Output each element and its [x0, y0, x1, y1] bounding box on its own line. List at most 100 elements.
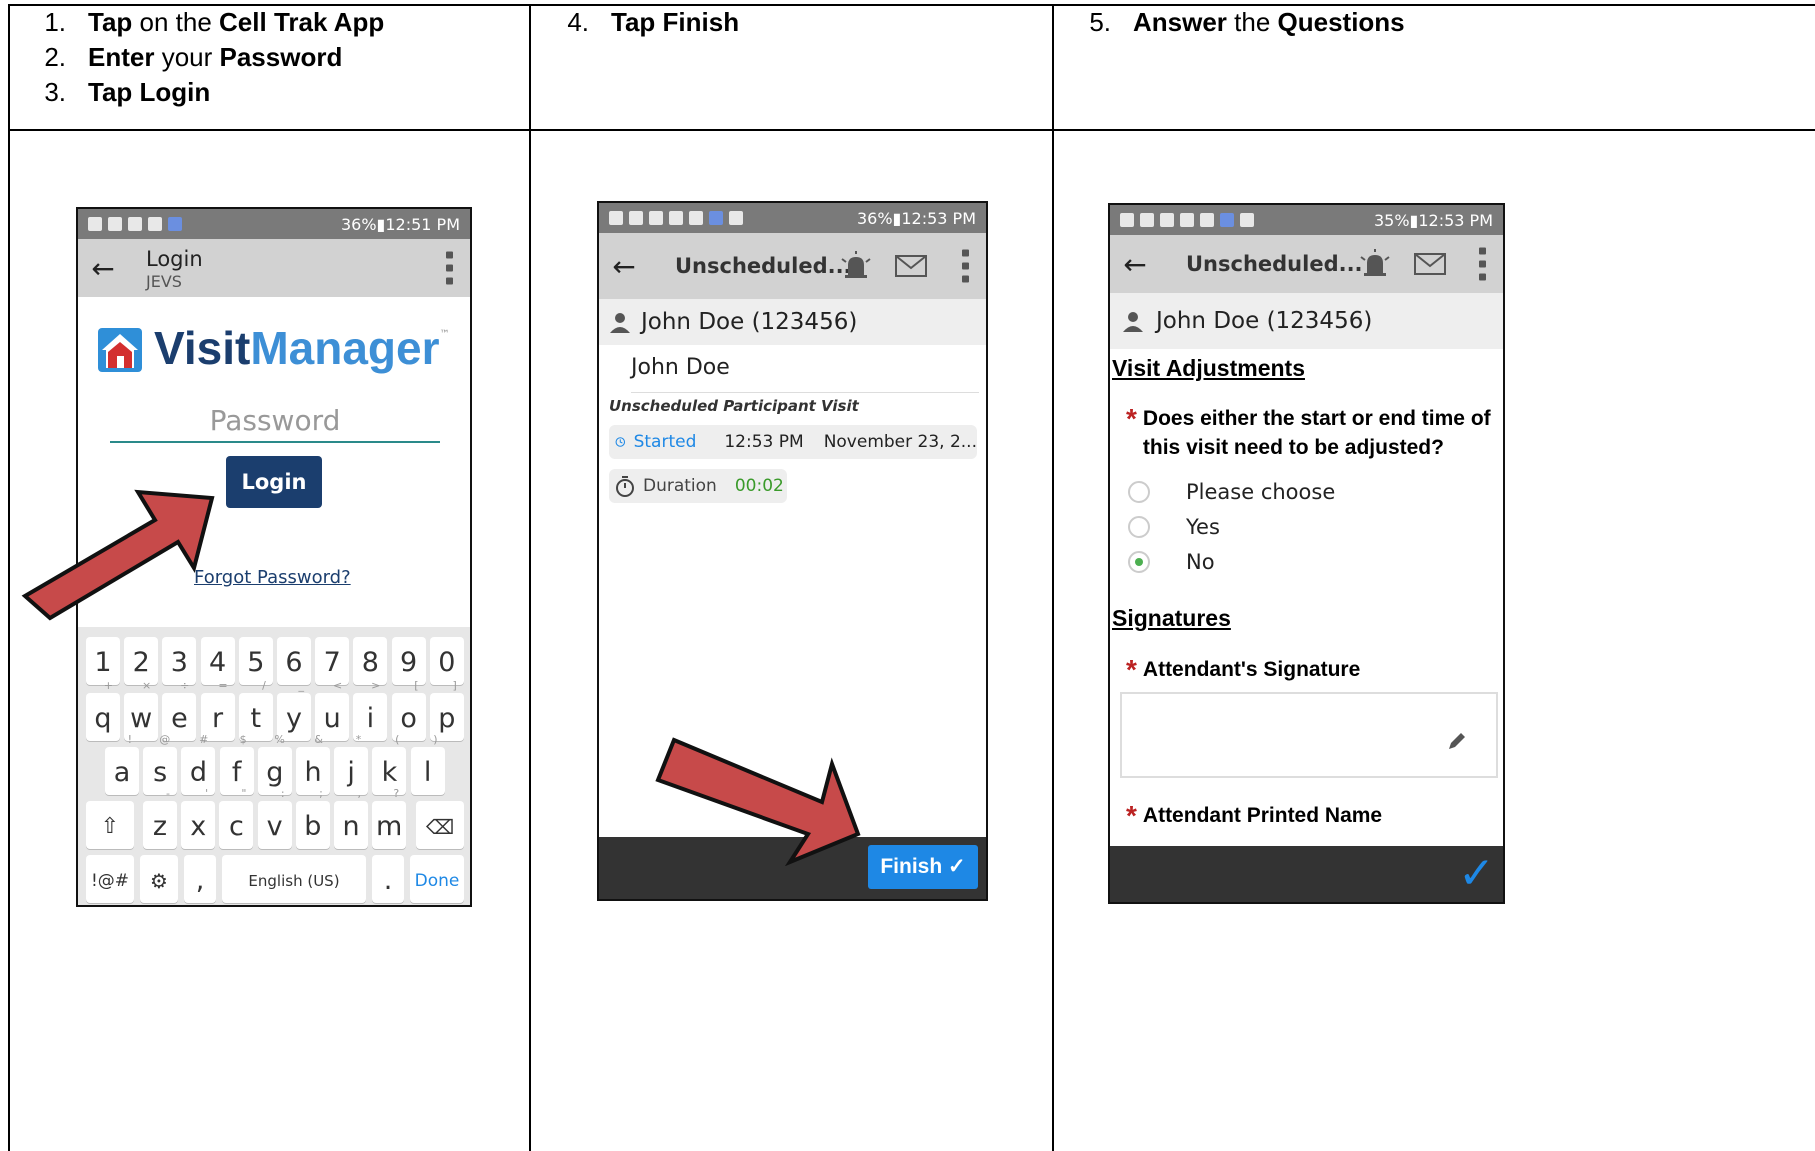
signature-label: * Attendant's Signature [1126, 654, 1503, 686]
key-k[interactable]: k( [372, 733, 407, 795]
backspace-key-icon[interactable]: ⌫ [416, 801, 464, 849]
key-label: 3 [170, 647, 188, 678]
signature-field[interactable] [1120, 692, 1498, 778]
settings-key-icon[interactable]: ⚙ [140, 855, 178, 903]
started-row: Started 12:53 PM November 23, 2... [609, 425, 977, 459]
key-v[interactable]: v: [257, 787, 292, 849]
key-label: t [250, 703, 262, 734]
key-j[interactable]: j * [334, 733, 369, 795]
logo-trademark: ™ [439, 329, 450, 340]
back-arrow-icon[interactable]: ← [1110, 248, 1160, 281]
key-hint: _ [298, 679, 305, 692]
step-number: 1. [44, 7, 66, 37]
back-arrow-icon[interactable]: ← [599, 250, 649, 283]
radio-option-label: No [1186, 549, 1215, 574]
radio-button[interactable] [1128, 480, 1150, 503]
visit-type: Unscheduled Participant Visit [609, 397, 859, 415]
key-1[interactable]: 1 [86, 637, 120, 685]
space-key[interactable]: English (US) [222, 855, 366, 903]
notification-icon [128, 217, 142, 231]
key-label: y [286, 703, 302, 734]
key-m[interactable]: m? [372, 787, 407, 849]
period-key[interactable]: . [372, 855, 404, 903]
key-b[interactable]: b; [295, 787, 330, 849]
key-c[interactable]: c " [219, 787, 254, 849]
key-0[interactable]: 0 [429, 637, 464, 685]
started-time: 12:53 PM [724, 432, 804, 452]
key-hint: ; [319, 787, 323, 800]
app-bar-subtitle: JEVS [146, 271, 182, 291]
finish-button[interactable]: Finish ✓ [868, 845, 978, 889]
submit-check-button[interactable]: ✓ [1458, 848, 1495, 900]
app-bar-title: Login [146, 246, 203, 271]
step-text: Tap [88, 7, 133, 37]
key-l[interactable]: l) [410, 733, 445, 795]
shift-key-icon[interactable]: ⇧ [86, 801, 134, 849]
back-arrow-icon[interactable]: ← [78, 252, 128, 285]
key-label: English (US) [248, 872, 340, 890]
key-hint: ! [127, 733, 132, 746]
app-bar: ← Unscheduled... [1110, 235, 1503, 293]
key-h[interactable]: h & [296, 733, 330, 795]
key-hint: × [141, 679, 152, 692]
steps-column-2: 4. Tap Finish [563, 5, 739, 40]
step-text: Enter [88, 42, 155, 72]
key-5[interactable]: 5 [238, 637, 273, 685]
key-d[interactable]: d # [181, 733, 216, 795]
key-2[interactable]: 2 [124, 637, 159, 685]
overflow-menu-icon[interactable] [1479, 247, 1487, 281]
comma-key[interactable]: , [184, 855, 216, 903]
arrow-to-finish-icon [655, 737, 861, 866]
key-a[interactable]: a! [105, 733, 139, 795]
key-f[interactable]: f $ [219, 733, 254, 795]
key-label: l [423, 757, 432, 788]
step-item: 5. Answer the Questions [1085, 5, 1404, 40]
key-hint: > [371, 679, 381, 692]
overflow-menu-icon[interactable] [446, 251, 454, 285]
overflow-menu-icon[interactable] [962, 249, 970, 283]
radio-button[interactable] [1128, 550, 1150, 573]
started-date: November 23, 2... [823, 432, 977, 452]
notification-icon [148, 217, 162, 231]
mail-icon[interactable] [1414, 253, 1446, 275]
mail-icon[interactable] [895, 255, 927, 277]
stopwatch-icon [616, 476, 634, 497]
duration-value: 00:02 [734, 476, 784, 496]
login-button[interactable]: Login [226, 456, 322, 508]
key-hint: < [332, 679, 343, 692]
step-text: your [154, 42, 220, 72]
key-6[interactable]: 6 [277, 637, 311, 685]
radio-option-label: Please choose [1186, 479, 1336, 504]
steps-column-3: 5. Answer the Questions [1085, 5, 1404, 40]
key-z[interactable]: z- [143, 787, 177, 849]
alarm-bell-icon[interactable] [839, 251, 873, 281]
key-g[interactable]: g% [257, 733, 292, 795]
key-9[interactable]: 9 [391, 637, 426, 685]
done-key[interactable]: Done [410, 855, 464, 903]
key-7[interactable]: 7 [315, 637, 350, 685]
signature-label-text: Attendant's Signature [1142, 658, 1361, 681]
key-hint: ÷ [180, 679, 190, 692]
key-s[interactable]: s @ [143, 733, 178, 795]
key-n[interactable]: n, [334, 787, 368, 849]
key-8[interactable]: 8 [353, 637, 388, 685]
step-text: Cell Trak App [219, 7, 385, 37]
key-hint: / [262, 679, 266, 692]
radio-button[interactable] [1128, 515, 1150, 538]
key-label: Done [414, 871, 460, 891]
key-3[interactable]: 3 [162, 637, 197, 685]
key-label: . [383, 865, 393, 896]
key-x[interactable]: x ' [181, 787, 216, 849]
symbols-key[interactable]: !@# [86, 855, 134, 903]
radio-option[interactable]: Yes [1128, 509, 1503, 544]
key-4[interactable]: 4 [200, 637, 235, 685]
notification-icon [649, 211, 663, 225]
radio-option[interactable]: Please choose [1128, 474, 1503, 509]
key-label: a [113, 757, 131, 788]
alarm-bell-icon[interactable] [1358, 249, 1392, 279]
pencil-icon[interactable] [1446, 730, 1468, 752]
radio-option[interactable]: No [1128, 544, 1503, 579]
password-input[interactable]: Password [110, 401, 440, 443]
key-q[interactable]: q + [86, 679, 120, 741]
required-asterisk: * [1126, 800, 1137, 831]
